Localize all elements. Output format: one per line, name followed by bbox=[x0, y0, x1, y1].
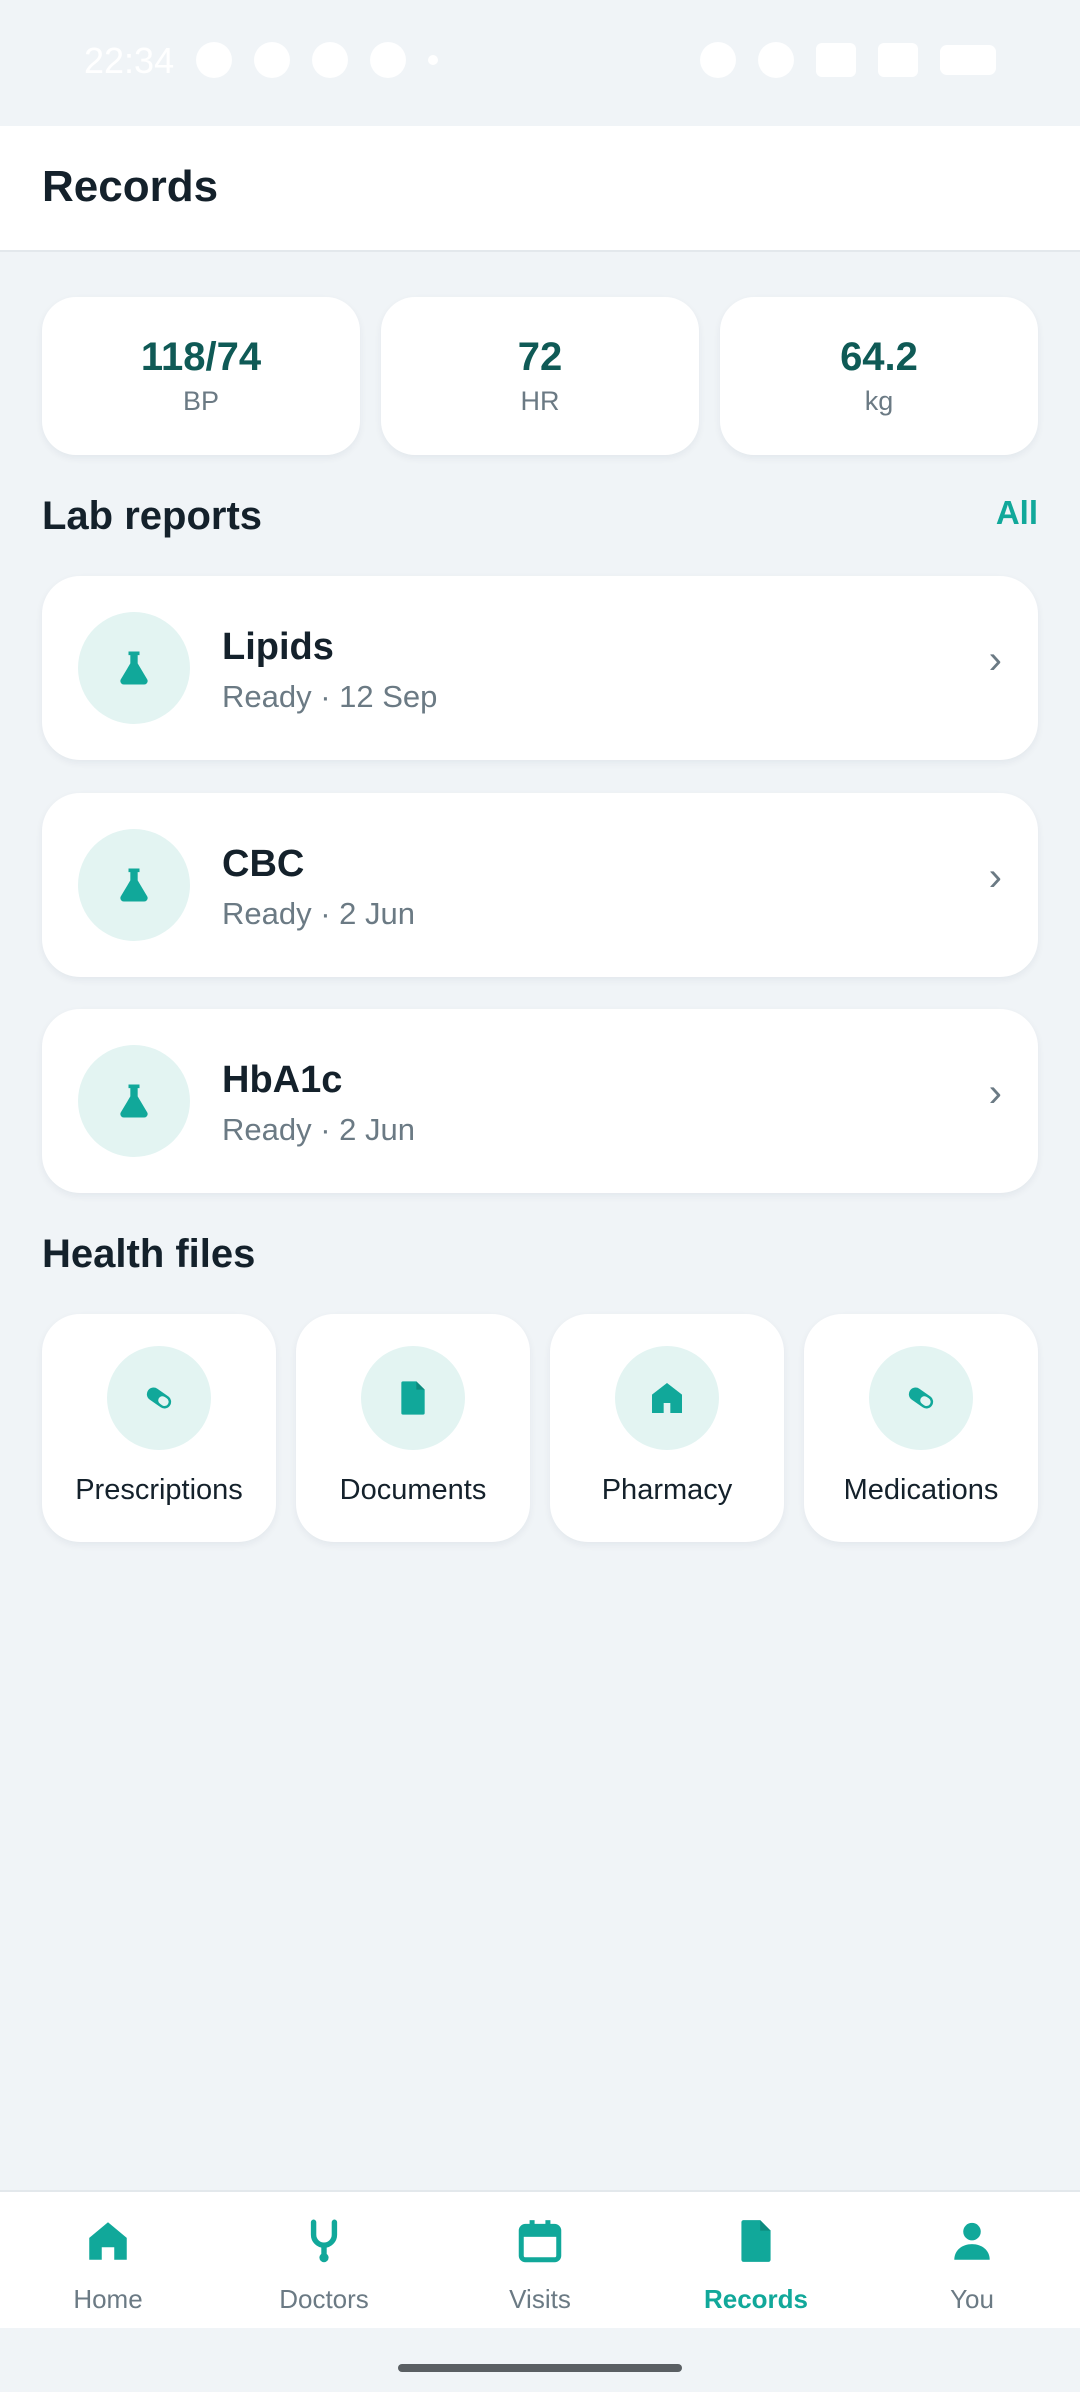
lab-report-item-cbc[interactable]: CBC Ready · 2 Jun › bbox=[42, 793, 1038, 977]
snapchat-icon bbox=[312, 42, 348, 78]
lab-report-status: Ready · 2 Jun bbox=[222, 896, 415, 931]
lab-report-status: Ready · 12 Sep bbox=[222, 679, 438, 714]
vital-value: 64.2 bbox=[840, 335, 918, 379]
health-file-pharmacy[interactable]: Pharmacy bbox=[550, 1314, 784, 1542]
system-icons bbox=[700, 42, 996, 78]
health-files-title: Health files bbox=[42, 1232, 256, 1276]
battery-icon bbox=[940, 45, 996, 75]
person-icon bbox=[954, 2222, 990, 2260]
chevron-right-icon: › bbox=[988, 855, 1002, 899]
vital-label: HR bbox=[520, 386, 560, 416]
health-file-label: Documents bbox=[339, 1474, 487, 1506]
document-icon bbox=[741, 2220, 771, 2262]
flask-icon bbox=[78, 1045, 190, 1157]
signal-icon bbox=[878, 43, 918, 77]
nav-label: Doctors bbox=[279, 2284, 369, 2314]
nav-label: Visits bbox=[509, 2284, 571, 2314]
nav-label: You bbox=[950, 2284, 994, 2314]
home-indicator[interactable] bbox=[398, 2364, 682, 2372]
health-file-label: Prescriptions bbox=[75, 1474, 243, 1506]
health-file-medications[interactable]: Medications bbox=[804, 1314, 1038, 1542]
status-bar: 22:34 bbox=[0, 0, 1080, 126]
health-file-documents[interactable]: Documents bbox=[296, 1314, 530, 1542]
lab-report-status: Ready · 2 Jun bbox=[222, 1112, 415, 1147]
nav-label: Records bbox=[703, 2284, 809, 2314]
lab-reports-all-link[interactable]: All bbox=[996, 494, 1038, 532]
nav-label: Home bbox=[73, 2284, 143, 2314]
vital-value: 118/74 bbox=[140, 335, 262, 379]
notification-icons bbox=[196, 42, 438, 78]
chevron-right-icon: › bbox=[988, 638, 1002, 682]
health-files-grid: Prescriptions Documents Pharmacy Medicat… bbox=[42, 1314, 1038, 1542]
health-file-prescriptions[interactable]: Prescriptions bbox=[42, 1314, 276, 1542]
vital-card-hr[interactable]: 72 HR bbox=[381, 297, 699, 455]
nav-item-records[interactable]: Records bbox=[648, 2192, 864, 2328]
lab-report-item-hba1c[interactable]: HbA1c Ready · 2 Jun › bbox=[42, 1009, 1038, 1193]
lab-report-name: Lipids bbox=[222, 626, 334, 668]
pill-icon bbox=[869, 1346, 973, 1450]
flask-icon bbox=[78, 612, 190, 724]
vital-card-weight[interactable]: 64.2 kg bbox=[720, 297, 1038, 455]
pill-icon bbox=[107, 1346, 211, 1450]
bottom-nav: Home Doctors Visits Records You bbox=[0, 2190, 1080, 2328]
vital-label: kg bbox=[864, 386, 894, 416]
lab-report-item-lipids[interactable]: Lipids Ready · 12 Sep › bbox=[42, 576, 1038, 760]
hotspot-icon bbox=[758, 42, 794, 78]
document-icon bbox=[361, 1346, 465, 1450]
nav-item-visits[interactable]: Visits bbox=[432, 2192, 648, 2328]
lab-report-name: HbA1c bbox=[222, 1059, 343, 1101]
stethoscope-icon bbox=[310, 2219, 338, 2263]
nav-item-you[interactable]: You bbox=[864, 2192, 1080, 2328]
health-file-label: Medications bbox=[843, 1474, 999, 1506]
lab-reports-title: Lab reports bbox=[42, 494, 263, 538]
health-file-label: Pharmacy bbox=[601, 1474, 733, 1506]
chat-icon bbox=[254, 42, 290, 78]
nav-item-doctors[interactable]: Doctors bbox=[216, 2192, 432, 2328]
vital-value: 72 bbox=[517, 335, 563, 379]
vital-label: BP bbox=[182, 386, 220, 416]
nav-item-home[interactable]: Home bbox=[0, 2192, 216, 2328]
call-icon bbox=[196, 42, 232, 78]
wifi-icon bbox=[700, 42, 736, 78]
vitals-row: 118/74 BP 72 HR 64.2 kg bbox=[42, 297, 1038, 455]
vital-card-bp[interactable]: 118/74 BP bbox=[42, 297, 360, 455]
snapchat-icon bbox=[370, 42, 406, 78]
status-time: 22:34 bbox=[84, 40, 175, 81]
lab-report-name: CBC bbox=[222, 843, 305, 885]
app-bar: Records bbox=[0, 126, 1080, 252]
calendar-icon bbox=[518, 2220, 562, 2263]
flask-icon bbox=[78, 829, 190, 941]
chevron-right-icon: › bbox=[988, 1071, 1002, 1115]
home-icon bbox=[89, 2222, 127, 2260]
volte-icon bbox=[816, 43, 856, 77]
page-title: Records bbox=[42, 162, 219, 211]
more-notifications-icon bbox=[428, 55, 438, 65]
store-icon bbox=[615, 1346, 719, 1450]
